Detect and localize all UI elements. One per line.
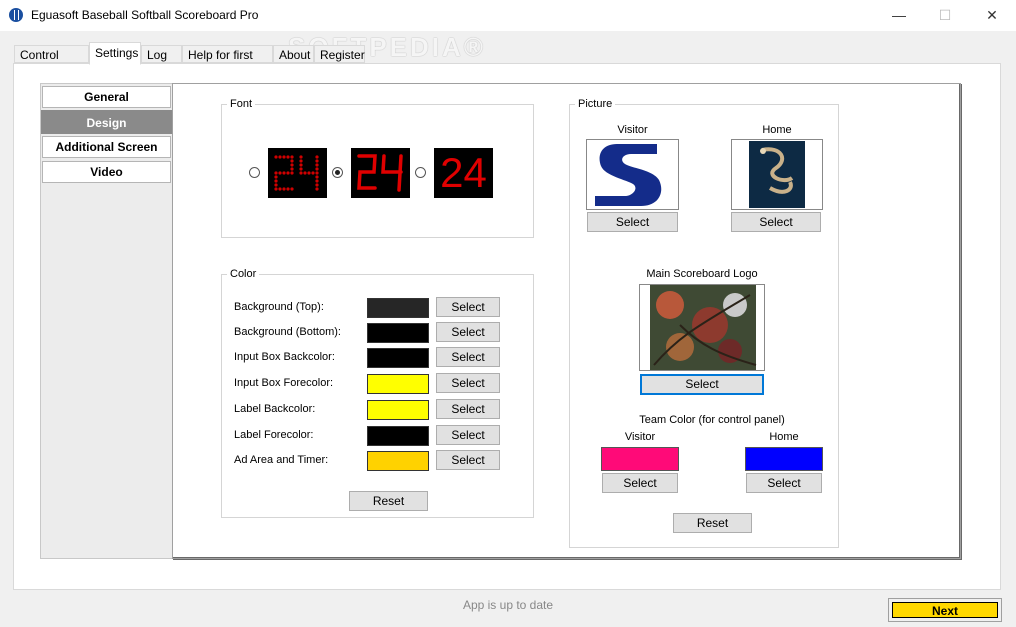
main-scoreboard-logo-label: Main Scoreboard Logo [646,268,758,280]
home-dragon-logo [749,141,805,208]
label-backcolor-select-button[interactable]: Select [436,399,500,419]
tab-about[interactable]: About [273,45,314,63]
tab-log[interactable]: Log [141,45,182,63]
home-picture-label: Home [762,124,792,136]
autumn-leaves-logo [650,285,757,370]
picture-group-legend: Picture [575,98,616,110]
visitor-logo-image [586,139,679,210]
tab-register[interactable]: Register [314,45,365,63]
input-box-backcolor-select-button[interactable]: Select [436,347,500,367]
font-sample-plain[interactable]: 24 [434,148,493,198]
input-box-forecolor-swatch [367,374,429,394]
label-forecolor-select-button[interactable]: Select [436,425,500,445]
input-box-forecolor-label: Input Box Forecolor: [234,377,334,389]
window-title: Eguasoft Baseball Softball Scoreboard Pr… [31,8,259,22]
close-icon[interactable]: ✕ [969,0,1015,31]
visitor-picture-label: Visitor [617,124,648,136]
font-radio-segment[interactable] [332,167,343,178]
title-bar: Eguasoft Baseball Softball Scoreboard Pr… [0,0,1016,31]
visitor-picture-select-button[interactable]: Select [587,212,678,232]
nav-additional-screen-button[interactable]: Additional Screen [42,136,171,158]
home-picture-select-button[interactable]: Select [731,212,821,232]
home-logo-image [731,139,823,210]
color-reset-button[interactable]: Reset [349,491,428,511]
ad-area-timer-label: Ad Area and Timer: [234,454,329,466]
background-bottom-swatch [367,323,429,343]
ad-area-timer-swatch [367,451,429,471]
team-visitor-select-button[interactable]: Select [602,473,678,493]
team-home-color-swatch [745,447,823,471]
dot-matrix-digits [274,155,319,191]
team-visitor-color-swatch [601,447,679,471]
color-group-legend: Color [227,268,260,280]
font-group-legend: Font [227,98,256,110]
tab-help-first-step[interactable]: Help for first step [182,45,273,80]
team-home-label: Home [769,431,799,443]
main-scoreboard-logo-image [639,284,765,371]
font-sample-dot-matrix[interactable] [268,148,327,198]
background-bottom-label: Background (Bottom): [234,326,341,338]
label-forecolor-swatch [367,426,429,446]
input-box-backcolor-label: Input Box Backcolor: [234,351,335,363]
background-top-label: Background (Top): [234,301,324,313]
background-top-swatch [367,298,429,318]
background-bottom-select-button[interactable]: Select [436,322,500,342]
visitor-s-logo [595,144,662,206]
status-text: App is up to date [462,598,554,612]
label-forecolor-label: Label Forecolor: [234,429,314,441]
team-visitor-label: Visitor [624,431,656,443]
ad-area-timer-select-button[interactable]: Select [436,450,500,470]
team-home-select-button[interactable]: Select [746,473,822,493]
font-radio-plain[interactable] [415,167,426,178]
tab-control-panel[interactable]: Control Panel [14,45,89,80]
next-button-label: Next [892,602,998,618]
font-sample-segment[interactable] [351,148,410,198]
label-backcolor-swatch [367,400,429,420]
font-radio-dot-matrix[interactable] [249,167,260,178]
next-button[interactable]: Next [888,598,1002,622]
nav-video-button[interactable]: Video [42,161,171,183]
segment-digits [357,154,403,192]
maximize-icon[interactable]: ☐ [922,0,968,31]
nav-design-button[interactable]: Design [41,110,172,134]
tab-settings[interactable]: Settings [89,42,141,65]
nav-general-button[interactable]: General [42,86,171,108]
minimize-icon[interactable]: — [876,0,922,31]
app-baseball-icon [9,8,23,22]
team-color-label: Team Color (for control panel) [639,414,785,426]
label-backcolor-label: Label Backcolor: [234,403,316,415]
input-box-backcolor-swatch [367,348,429,368]
background-top-select-button[interactable]: Select [436,297,500,317]
input-box-forecolor-select-button[interactable]: Select [436,373,500,393]
picture-reset-button[interactable]: Reset [673,513,752,533]
main-logo-select-button[interactable]: Select [640,374,764,395]
